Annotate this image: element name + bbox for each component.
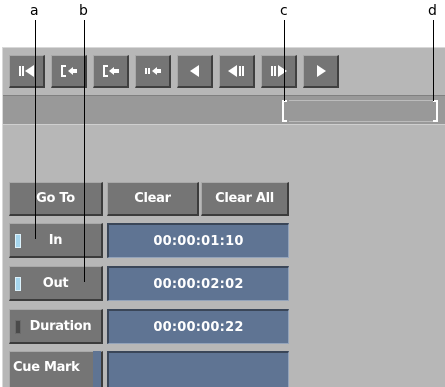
cue-mark-timecode-field[interactable] [107, 351, 289, 387]
step-back-icon [227, 65, 244, 77]
go-to-mark-out-icon [102, 65, 119, 77]
callout-c-line [284, 20, 285, 101]
step-back-button[interactable] [219, 55, 255, 88]
timeline-range-field[interactable] [289, 100, 433, 122]
go-to-out-icon [144, 67, 161, 75]
callout-c: c [280, 3, 288, 19]
play-reverse-button[interactable] [177, 55, 213, 88]
locator-panel: Go To Clear Clear All In 00:00:01:10 Out… [2, 47, 445, 387]
callout-b: b [79, 3, 88, 19]
step-forward-button[interactable] [261, 55, 297, 88]
mark-out-button[interactable]: Out [9, 266, 103, 301]
go-to-mark-out-button[interactable] [93, 55, 129, 88]
callout-d-line [433, 20, 434, 101]
play-forward-button[interactable] [303, 55, 339, 88]
go-to-button[interactable]: Go To [9, 182, 103, 216]
in-timecode-field[interactable]: 00:00:01:10 [107, 223, 289, 258]
duration-button[interactable]: Duration [9, 309, 103, 344]
go-to-in-button[interactable] [9, 55, 45, 88]
callout-d: d [428, 3, 437, 19]
cue-mark-button[interactable]: Cue Mark [9, 351, 103, 387]
callout-a-line [35, 20, 36, 239]
go-to-mark-in-button[interactable] [51, 55, 87, 88]
play-forward-icon [316, 65, 326, 77]
out-timecode-field[interactable]: 00:00:02:02 [107, 266, 289, 301]
clear-all-button[interactable]: Clear All [201, 182, 289, 216]
go-to-mark-in-icon [60, 65, 77, 77]
range-start-bracket [282, 100, 287, 122]
timeline-bar[interactable] [3, 95, 445, 125]
duration-label: Duration [29, 318, 92, 334]
duration-indicator [15, 320, 21, 334]
clear-button[interactable]: Clear [107, 182, 199, 216]
go-to-out-button[interactable] [135, 55, 171, 88]
in-indicator [15, 234, 21, 248]
range-end-bracket [433, 100, 438, 122]
mark-out-label: Out [42, 275, 69, 291]
mark-in-button[interactable]: In [9, 223, 103, 258]
callout-a: a [30, 3, 39, 19]
callout-b-line [84, 20, 85, 282]
out-indicator [15, 277, 21, 291]
play-reverse-icon [189, 65, 199, 77]
go-to-in-icon [18, 65, 34, 77]
mark-in-label: In [48, 232, 63, 248]
duration-timecode-field[interactable]: 00:00:00:22 [107, 309, 289, 344]
step-forward-icon [270, 65, 287, 77]
cue-mark-bar [93, 351, 101, 387]
